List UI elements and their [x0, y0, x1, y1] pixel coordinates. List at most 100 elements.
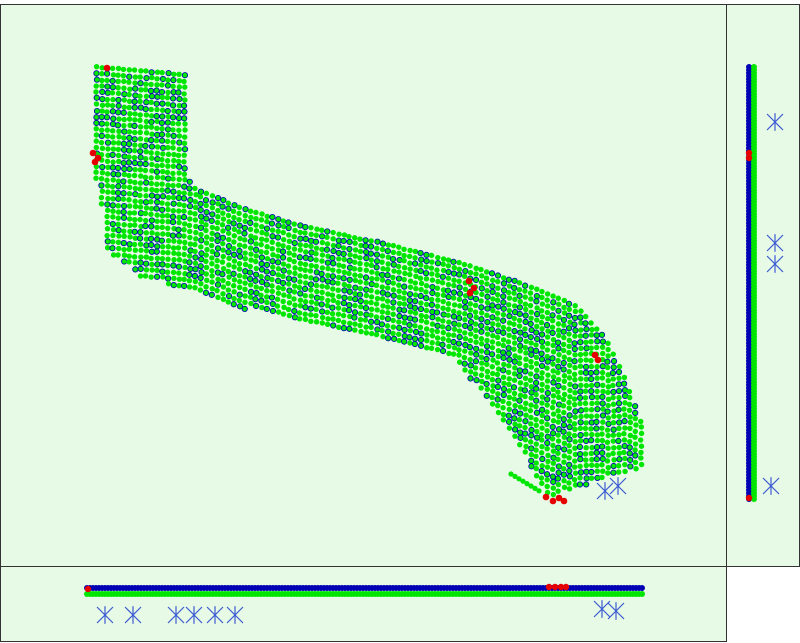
scatter-point — [516, 323, 523, 329]
scatter-point — [516, 367, 523, 374]
scatter-point — [621, 374, 628, 381]
scatter-point — [142, 260, 150, 267]
scatter-point — [116, 233, 122, 239]
scatter-point — [511, 277, 518, 284]
scatter-point — [605, 432, 611, 439]
scatter-point — [121, 122, 127, 129]
scatter-point — [512, 421, 518, 427]
scatter-point — [418, 280, 425, 287]
scatter-point — [511, 321, 517, 327]
scatter-point — [93, 114, 100, 121]
scatter-point — [280, 267, 287, 274]
scatter-point — [527, 320, 534, 328]
scatter-point — [373, 331, 380, 338]
scatter-point — [484, 318, 491, 326]
scatter-point — [209, 230, 215, 237]
scatter-point — [143, 130, 150, 136]
scatter-point — [494, 297, 501, 303]
scatter-point — [494, 383, 501, 390]
scatter-point — [247, 288, 255, 296]
scatter-point — [500, 349, 507, 356]
scatter-point — [538, 450, 545, 456]
scatter-point — [131, 154, 138, 161]
scatter-point — [264, 256, 271, 262]
scatter-point — [121, 222, 127, 228]
scatter-point — [594, 381, 601, 388]
scatter-point — [203, 258, 209, 265]
scatter-point — [181, 202, 187, 209]
scatter-point — [538, 419, 545, 425]
scatter-point — [137, 180, 144, 186]
scatter-point — [225, 249, 232, 256]
scatter-point — [446, 350, 452, 357]
scatter-point — [302, 267, 308, 273]
scatter-point — [571, 396, 578, 402]
scatter-point — [516, 280, 523, 286]
scatter-point — [435, 316, 441, 322]
scatter-point — [132, 111, 138, 117]
scatter-point — [390, 287, 397, 293]
scatter-point — [534, 323, 540, 330]
scatter-point — [175, 226, 182, 233]
scatter-point — [242, 280, 248, 286]
scatter-point — [511, 284, 518, 292]
scatter-point — [533, 391, 539, 398]
scatter-point — [571, 371, 578, 378]
scatter-point — [330, 236, 336, 242]
scatter-point — [176, 270, 182, 276]
scatter-point — [390, 311, 396, 318]
scatter-point — [593, 332, 600, 339]
scatter-point — [138, 247, 144, 253]
scatter-point — [263, 294, 270, 300]
scatter-point — [120, 140, 128, 147]
scatter-point — [451, 277, 457, 283]
scatter-point — [373, 264, 380, 271]
scatter-point — [180, 214, 188, 221]
scatter-point — [500, 287, 508, 294]
scatter-point — [550, 379, 557, 386]
scatter-point — [571, 477, 578, 483]
scatter-point — [516, 360, 523, 367]
scatter-point — [536, 488, 542, 494]
scatter-point — [115, 140, 122, 146]
scatter-point — [115, 215, 122, 221]
scatter-point — [264, 288, 270, 294]
scatter-point — [231, 239, 237, 245]
scatter-point — [534, 305, 540, 311]
scatter-point — [374, 326, 381, 333]
scatter-point — [593, 425, 600, 432]
scatter-point — [225, 230, 232, 236]
scatter-point — [192, 185, 198, 192]
scatter-point — [412, 260, 419, 267]
scatter-point — [622, 468, 628, 475]
scatter-point — [500, 299, 507, 306]
scatter-point — [214, 281, 222, 288]
scatter-point — [160, 174, 166, 181]
scatter-point — [285, 244, 292, 251]
scatter-point — [561, 391, 568, 398]
scatter-point — [396, 269, 402, 275]
scatter-point — [120, 240, 127, 247]
scatter-point — [132, 166, 138, 173]
scatter-point — [93, 83, 99, 89]
main-scatter-panel — [0, 4, 727, 567]
scatter-point — [506, 295, 513, 301]
scatter-point — [456, 296, 463, 302]
scatter-point — [121, 135, 127, 141]
scatter-point — [115, 203, 121, 209]
scatter-point — [98, 113, 105, 121]
scatter-point — [137, 136, 144, 142]
scatter-point — [583, 420, 589, 426]
scatter-point — [396, 324, 403, 331]
scatter-point — [346, 238, 353, 246]
scatter-point — [615, 387, 623, 395]
scatter-point — [627, 456, 634, 464]
scatter-point — [621, 449, 627, 456]
scatter-point — [468, 369, 474, 375]
scatter-point — [616, 450, 623, 457]
scatter-point — [347, 252, 353, 258]
scatter-point — [577, 407, 585, 414]
scatter-point — [440, 318, 446, 324]
scatter-point — [626, 401, 633, 408]
asterisk-marker — [226, 606, 244, 624]
